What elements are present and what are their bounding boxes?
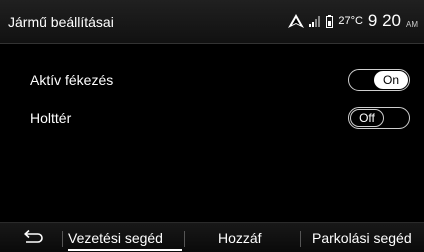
clock-ampm: AM: [406, 19, 418, 29]
top-bar: Jármű beállításai 27°C 9 20 AM: [0, 0, 424, 44]
blind-spot-toggle[interactable]: Off: [348, 107, 410, 129]
page-title: Jármű beállításai: [8, 14, 114, 30]
bottom-tab-bar: Vezetési segéd Hozzáf Parkolási segéd: [0, 222, 424, 252]
tab-driving-assist[interactable]: Vezetési segéd: [68, 223, 184, 252]
signal-strength-icon: [309, 16, 321, 27]
active-tab-indicator: [68, 249, 182, 251]
tab-parking-assist[interactable]: Parkolási segéd: [312, 223, 424, 252]
toggle-state-label: On: [382, 73, 399, 87]
setting-row-blind-spot[interactable]: Holttér Off: [0, 98, 424, 138]
settings-list: Aktív fékezés On Holttér Off: [0, 44, 424, 224]
tab-divider: [184, 231, 185, 247]
temperature-readout: 27°C: [338, 15, 363, 27]
navigation-arrow-icon: [288, 14, 305, 28]
status-area: 27°C 9 20 AM: [288, 8, 418, 34]
setting-label: Aktív fékezés: [30, 72, 114, 88]
back-arrow-icon[interactable]: [22, 228, 44, 248]
clock-time: 9 20: [367, 11, 401, 30]
tab-divider: [300, 231, 301, 247]
active-braking-toggle[interactable]: On: [348, 69, 410, 91]
tab-access[interactable]: Hozzáf: [218, 223, 282, 252]
setting-label: Holttér: [30, 110, 72, 126]
toggle-knob: On: [374, 71, 408, 89]
toggle-knob: Off: [350, 109, 384, 127]
battery-icon: [326, 14, 334, 28]
toggle-state-label: Off: [359, 111, 375, 125]
setting-row-active-braking[interactable]: Aktív fékezés On: [0, 60, 424, 100]
tab-divider: [62, 231, 63, 247]
